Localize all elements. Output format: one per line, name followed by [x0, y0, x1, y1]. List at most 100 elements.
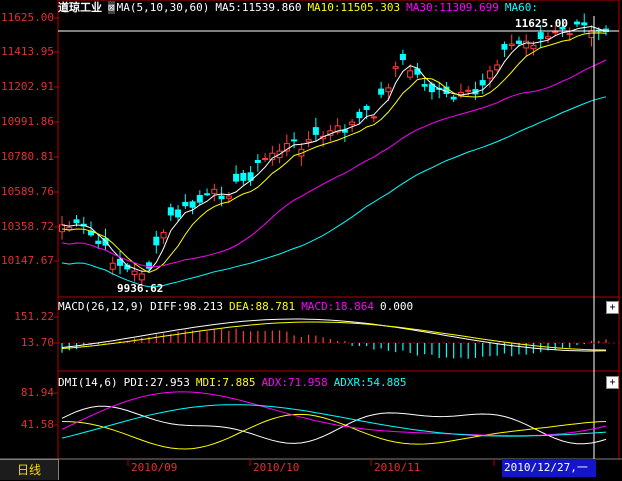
dmi-mdi-value: MDI:7.885: [195, 376, 256, 389]
dmi-adx-value: ADX:71.958: [261, 376, 328, 389]
candle-body: [552, 31, 559, 34]
ma10-line: [61, 32, 607, 273]
candle-body: [109, 262, 116, 270]
candle-body: [182, 201, 189, 207]
candle-body: [225, 195, 232, 199]
candle-body: [262, 158, 269, 161]
candle-body: [146, 262, 153, 269]
dmi-adxr-value: ADXR:54.885: [333, 376, 407, 389]
candle-body: [233, 173, 240, 182]
candle-body: [399, 53, 406, 61]
price-label: 11413.95: [1, 45, 54, 58]
candle-body: [59, 224, 65, 233]
price-label: 10780.81: [1, 150, 54, 163]
dmi-expand-button[interactable]: +: [606, 376, 619, 389]
price-label: 10589.76: [1, 185, 54, 198]
indicator-icon[interactable]: ⊠: [108, 1, 115, 14]
macd-axis-label: 151.22: [14, 310, 54, 323]
macd-extra-value: 0.000: [380, 300, 414, 313]
candle-body: [189, 201, 196, 208]
dmi-pdi-value: PDI:27.953: [123, 376, 190, 389]
price-label: 11202.91: [1, 80, 54, 93]
main-panel-frame: [57, 0, 620, 298]
candle-body: [392, 66, 399, 69]
candle-body: [138, 273, 145, 281]
period-tab-daily[interactable]: 日线: [0, 459, 59, 480]
low-price-annotation: 9936.62: [117, 282, 164, 295]
candle-body: [501, 44, 508, 50]
candle-body: [204, 193, 211, 196]
price-label: 10147.67: [1, 254, 54, 267]
dmi-axis-label: 41.58: [20, 418, 54, 431]
macd-diff-line: [61, 318, 607, 352]
candle-body: [312, 127, 319, 135]
main-chart-legend: 道琼工业 ⊠ MA(5,10,30,60) MA5:11539.860 MA10:115…: [58, 1, 544, 15]
candle-body: [479, 80, 486, 86]
candle-body: [537, 32, 544, 40]
candle-body: [523, 40, 530, 49]
candle-body: [530, 44, 537, 50]
candle-body: [450, 96, 457, 100]
candle-body: [349, 121, 356, 126]
ma10-value: MA10:11505.303: [307, 1, 401, 14]
candle-body: [153, 236, 160, 246]
macd-expand-button[interactable]: +: [606, 301, 619, 314]
candle-body: [573, 21, 580, 25]
macd-diff-value: DIFF:98.213: [150, 300, 223, 313]
candle-body: [515, 40, 522, 44]
candle-body: [291, 139, 298, 142]
dmi-indicator-name: DMI(14,6): [58, 376, 118, 389]
candle-body: [378, 88, 385, 95]
ma5-value: MA5:11539.860: [215, 1, 302, 14]
candle-body: [95, 240, 102, 244]
dmi-axis-label: 81.94: [20, 386, 54, 399]
candle-body: [211, 188, 218, 194]
ma5-line: [61, 25, 607, 272]
candle-body: [370, 116, 377, 119]
instrument-title: 道琼工业: [58, 1, 102, 14]
macd-axis-label: 13.70: [20, 336, 54, 349]
candle-body: [465, 89, 472, 92]
candle-body: [305, 139, 312, 143]
candle-body: [385, 87, 392, 93]
candle-body: [66, 226, 73, 231]
candle-body: [196, 195, 203, 203]
candle-body: [167, 207, 174, 216]
candle-body: [363, 105, 370, 110]
macd-macd-value: MACD:18.864: [301, 300, 375, 313]
macd-dea-value: DEA:88.781: [228, 300, 296, 313]
candle-body: [566, 33, 573, 36]
candle-body: [486, 70, 493, 79]
candle-body: [254, 159, 261, 163]
candle-body: [175, 209, 182, 218]
month-label: 2010/09: [131, 461, 178, 474]
candle-body: [588, 30, 595, 39]
ma60-value: MA60:: [504, 1, 538, 14]
candle-body: [544, 36, 551, 40]
ma60-line: [61, 96, 607, 288]
chart-canvas[interactable]: [0, 0, 622, 481]
candle-body: [421, 84, 428, 87]
ma-indicator-name: MA(5,10,30,60): [116, 1, 210, 14]
candle-body: [131, 270, 138, 275]
candle-body: [407, 70, 414, 78]
candle-body: [218, 195, 225, 200]
price-label: 10358.72: [1, 220, 54, 233]
candle-body: [581, 22, 588, 26]
candle-body: [240, 172, 247, 181]
stock-chart-window: 道琼工业 ⊠ MA(5,10,30,60) MA5:11539.860 MA10:115…: [0, 0, 622, 481]
dmi-adx-line: [61, 391, 607, 437]
candle-body: [160, 231, 167, 239]
high-price-annotation: 11625.00: [515, 17, 568, 30]
candle-body: [356, 111, 363, 119]
price-label: 10991.86: [1, 115, 54, 128]
price-label: 11625.00: [1, 11, 54, 24]
macd-indicator-name: MACD(26,12,9): [58, 300, 145, 313]
cursor-date-readout: 2010/12/27,一: [502, 459, 596, 477]
month-label: 2010/10: [253, 461, 300, 474]
ma30-line: [61, 59, 607, 268]
ma30-value: MA30:11309.699: [406, 1, 499, 14]
macd-legend: MACD(26,12,9) DIFF:98.213 DEA:88.781 MACD:1…: [58, 300, 419, 314]
candle-body: [73, 219, 80, 224]
month-label: 2010/11: [374, 461, 421, 474]
